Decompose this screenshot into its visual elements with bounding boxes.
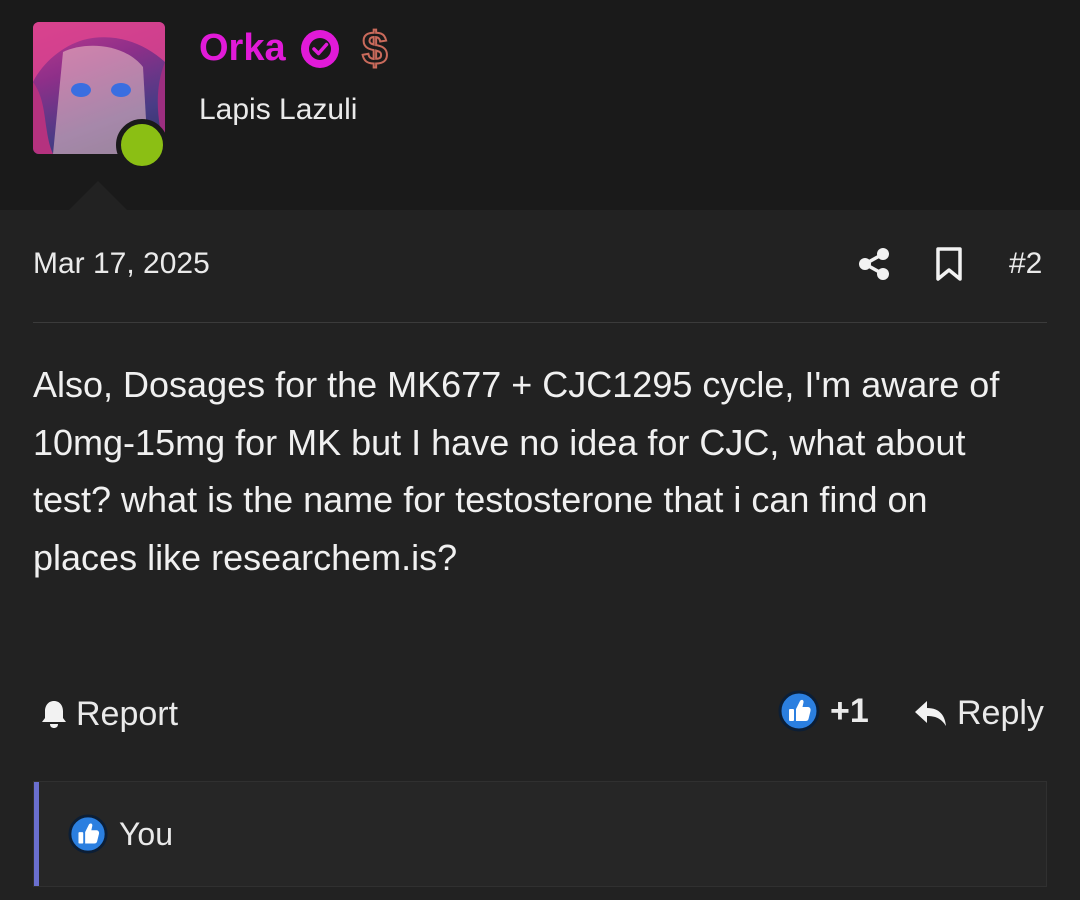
share-icon[interactable] xyxy=(857,247,891,281)
verified-badge-icon xyxy=(301,30,339,68)
reply-label: Reply xyxy=(957,694,1044,732)
post-date[interactable]: Mar 17, 2025 xyxy=(33,246,210,282)
reaction-users: You xyxy=(119,816,173,852)
thumbs-up-icon xyxy=(778,690,820,732)
divider xyxy=(33,322,1047,323)
bookmark-icon[interactable] xyxy=(934,246,964,282)
bell-icon xyxy=(42,701,66,728)
thumbs-up-icon xyxy=(68,814,108,854)
reaction-count: +1 xyxy=(830,691,869,730)
reaction-summary[interactable]: +1 xyxy=(778,690,869,732)
dollar-icon: $ xyxy=(361,21,389,75)
online-status-indicator xyxy=(116,119,168,171)
reply-button[interactable]: Reply xyxy=(913,694,1044,733)
post-body: Mar 17, 2025 #2 Also, Dosages for the MK… xyxy=(0,210,1080,900)
report-label: Report xyxy=(76,694,179,733)
post-message: Also, Dosages for the MK677 + CJC1295 cy… xyxy=(33,364,1000,578)
reactions-list[interactable]: You xyxy=(33,781,1047,887)
reply-arrow-icon xyxy=(915,700,946,726)
username[interactable]: Orka xyxy=(199,24,286,72)
reactions-accent-bar xyxy=(34,782,39,886)
message-pointer xyxy=(68,181,128,211)
user-title: Lapis Lazuli xyxy=(199,93,358,126)
post-number-link[interactable]: #2 xyxy=(1009,246,1042,282)
post-author-header: Orka $ Lapis Lazuli xyxy=(0,0,1080,211)
report-button[interactable]: Report xyxy=(38,694,178,734)
